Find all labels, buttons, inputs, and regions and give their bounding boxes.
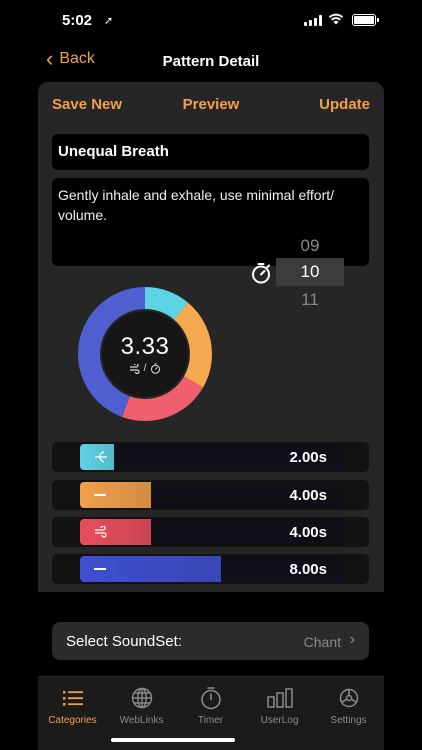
page-title: Pattern Detail: [162, 53, 260, 70]
phase-row-inhale[interactable]: 2.00s: [52, 442, 369, 472]
stopwatch-icon: [200, 687, 221, 710]
pattern-name-field[interactable]: Unequal Breath: [52, 134, 369, 170]
hold-icon: [94, 568, 106, 570]
phase-duration: 4.00s: [289, 487, 327, 504]
chevron-right-icon: ›: [349, 631, 355, 648]
hold-icon: [94, 494, 106, 496]
gear-icon: [339, 688, 358, 708]
cycle-count-picker[interactable]: 09 10 11: [276, 232, 344, 316]
ratio-display: 3.33 /: [102, 311, 188, 397]
phase-duration: 8.00s: [289, 561, 327, 578]
exhale-wind-icon: [129, 363, 140, 374]
tab-label: UserLog: [260, 715, 299, 726]
phase-fill[interactable]: [80, 556, 221, 582]
phase-row-hold-in[interactable]: 4.00s: [52, 480, 369, 510]
phase-fill[interactable]: [80, 482, 151, 508]
navigation-bar: ‹ Back Pattern Detail: [38, 44, 384, 80]
inhale-icon: [95, 451, 107, 463]
cellular-signal-icon: [304, 15, 322, 26]
stopwatch-icon: [252, 263, 270, 284]
ratio-value: 3.33: [120, 333, 170, 360]
picker-option-next[interactable]: 11: [276, 290, 344, 310]
phase-fill[interactable]: [80, 444, 114, 470]
phase-duration: 2.00s: [289, 449, 327, 466]
location-arrow-icon: ➚: [104, 15, 114, 27]
pattern-detail-sheet: Save New Preview Update Unequal Breath G…: [38, 82, 384, 592]
tab-categories[interactable]: Categories: [38, 685, 107, 726]
tab-userlog[interactable]: UserLog: [245, 685, 314, 726]
phase-row-hold-out[interactable]: 8.00s: [52, 554, 369, 584]
tab-settings[interactable]: Settings: [314, 685, 383, 726]
status-bar: 5:02 ➚: [38, 0, 384, 44]
globe-icon: [131, 687, 152, 709]
tab-weblinks[interactable]: WebLinks: [107, 685, 176, 726]
home-indicator: [111, 738, 235, 742]
tab-label: Settings: [330, 715, 367, 726]
status-time: 5:02: [62, 12, 93, 29]
tab-label: Categories: [48, 715, 97, 726]
picker-option-prev[interactable]: 09: [276, 236, 344, 256]
wifi-icon: [328, 13, 344, 25]
battery-icon: [352, 14, 379, 26]
app-screen: 5:02 ➚ ‹ Back Pattern Detail Save New Pr…: [38, 0, 384, 750]
stopwatch-icon: [151, 363, 161, 374]
soundset-selector[interactable]: Select SoundSet: Chant ›: [52, 622, 369, 660]
list-icon: [62, 691, 83, 706]
tab-label: Timer: [197, 715, 224, 726]
phase-duration: 4.00s: [289, 524, 327, 541]
phase-fill[interactable]: [80, 519, 151, 545]
bar-chart-icon: [266, 688, 293, 708]
phase-row-exhale[interactable]: 4.00s: [52, 517, 369, 547]
tab-timer[interactable]: Timer: [176, 685, 245, 726]
soundset-label: Select SoundSet:: [66, 633, 182, 650]
tab-label: WebLinks: [119, 715, 164, 726]
action-bar: Save New Preview Update: [38, 96, 384, 118]
picker-option-selected[interactable]: 10: [276, 258, 344, 286]
exhale-wind-icon: [95, 526, 107, 538]
ratio-separator: /: [143, 363, 147, 374]
breath-ratio-donut: 3.33 /: [78, 287, 212, 421]
update-button[interactable]: Update: [319, 96, 370, 113]
soundset-value: Chant: [303, 634, 341, 650]
